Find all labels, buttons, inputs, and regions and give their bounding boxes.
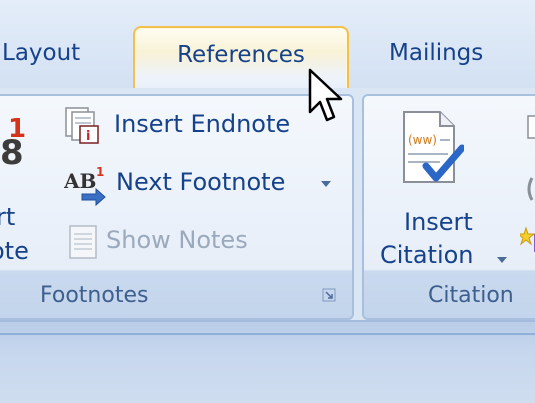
manage-sources-icon[interactable] [524,112,535,142]
style-icon[interactable] [524,174,535,204]
insert-footnote-label-line2: ote [0,237,29,265]
insert-footnote-label-line1: rt [0,203,16,231]
tab-layout[interactable]: Layout [2,40,80,66]
citations-group: (ww) Insert Citation Citation [362,94,535,320]
ribbon-body: 8 1 rt ote i Insert Endnote AB 1 [0,88,535,320]
next-footnote-label: Next Footnote [116,168,286,196]
show-notes-icon [69,225,97,259]
insert-citation-label-line1: Insert [404,208,473,236]
ribbon-tab-strip: Layout References Mailings [0,0,535,98]
svg-text:1: 1 [96,165,104,179]
chevron-down-icon[interactable] [320,180,332,188]
bibliography-icon[interactable] [520,224,535,254]
citation-icon-text: (ww) [408,133,437,147]
next-footnote-icon: AB 1 [64,165,106,206]
insert-citation-icon: (ww) [403,111,464,183]
mouse-cursor-icon [308,68,343,122]
tab-mailings[interactable]: Mailings [389,40,483,66]
footnotes-group: 8 1 rt ote i Insert Endnote AB 1 [0,94,354,320]
citations-group-title: Citation [428,283,514,308]
svg-text:i: i [86,129,90,144]
svg-text:AB: AB [64,169,96,193]
show-notes-button[interactable]: Show Notes [64,220,324,264]
footnotes-group-title: Footnotes [40,283,149,308]
insert-footnote-button[interactable]: 8 1 rt ote [0,96,54,266]
insert-citation-button[interactable]: (ww) Insert Citation [374,100,507,270]
insert-endnote-icon: i [65,107,99,144]
tab-references-label: References [177,42,305,68]
chevron-down-icon[interactable] [496,256,508,264]
insert-endnote-button[interactable]: i Insert Endnote [64,104,324,148]
insert-footnote-badge: 1 [8,114,27,144]
insert-citation-label-line2: Citation [380,241,474,269]
insert-endnote-label: Insert Endnote [114,110,291,138]
dialog-launcher-icon[interactable] [322,288,336,302]
divider-line [0,333,535,335]
next-footnote-button[interactable]: AB 1 Next Footnote [64,162,344,206]
show-notes-label: Show Notes [106,226,248,254]
